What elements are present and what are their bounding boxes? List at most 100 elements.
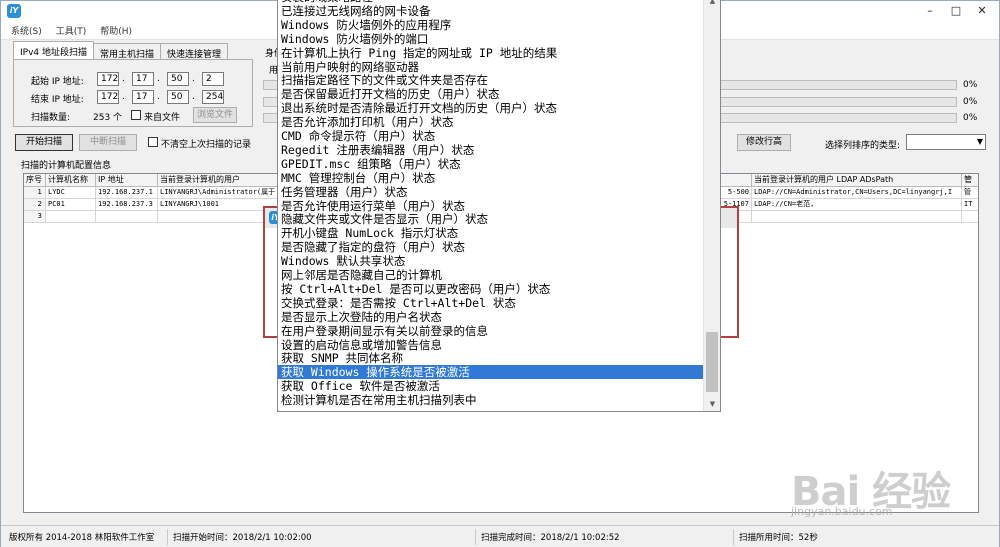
dropdown-option[interactable]: 扫描指定路径下的文件或文件夹是否存在 [281,73,488,87]
ip-dot: . [122,74,125,84]
dropdown-option[interactable]: CMD 命令提示符（用户）状态 [281,129,435,143]
dropdown-option[interactable]: GPEDIT.msc 组策略（用户）状态 [281,157,461,171]
menu-help[interactable]: 帮助(H) [100,24,132,37]
end-ip-octet-1[interactable]: 172 [97,90,119,104]
keep-last-checkbox[interactable] [148,137,158,147]
dropdown-option[interactable]: 在用户登录期间显示有关以前登录的信息 [281,324,488,338]
progress-percent-3: 0% [963,113,978,123]
dropdown-option[interactable]: 网上邻居是否隐藏自己的计算机 [281,268,442,282]
dropdown-option[interactable]: 获取 SNMP 共同体名称 [281,351,403,365]
dropdown-option[interactable]: 交换式登录：是否需按 Ctrl+Alt+Del 状态 [281,296,516,310]
grid-cell[interactable]: IT [962,199,978,211]
app-icon: iY [7,4,21,18]
tab-ipv4-range[interactable]: IPv4 地址段扫描 [13,41,94,59]
dropdown-option[interactable]: 隐藏文件夹或文件是否显示（用户）状态 [281,212,488,226]
start-scan-button[interactable]: 开始扫描 [15,134,73,151]
status-divider [167,529,168,545]
window-controls: – □ ✕ [917,1,995,21]
stop-scan-button[interactable]: 中断扫描 [79,134,137,151]
dropdown-option[interactable]: 任务管理器（用户）状态 [281,185,408,199]
grid-cell[interactable]: LDAP://CN=老范, [752,199,962,211]
grid-cell[interactable]: LDAP://CN=Administrator,CN=Users,DC=liny… [752,187,962,199]
grid-title: 扫描的计算机配置信息 [21,161,112,171]
dropdown-option[interactable]: 获取 Windows 操作系统是否被激活 [278,365,704,380]
scan-count-label: 扫描数量: [31,113,71,123]
start-ip-octet-1[interactable]: 172 [97,72,119,86]
grid-cell[interactable]: PC01 [46,199,96,211]
dropdown-option[interactable]: 是否允许添加打印机（用户）状态 [281,115,454,129]
dropdown-option[interactable]: 开机小键盘 NumLock 指示灯状态 [281,226,458,240]
close-button[interactable]: ✕ [969,1,995,21]
grid-cell[interactable]: 192.168.237.3 [96,199,158,211]
scan-tabs: IPv4 地址段扫描 常用主机扫描 快速连接管理 [13,41,229,60]
scroll-down-icon[interactable]: ▼ [704,397,720,411]
grid-cell[interactable]: 192.168.237.1 [96,187,158,199]
status-divider [475,529,476,545]
watermark-logo: Bai 经验 jingyan.baidu.com [791,459,991,529]
scan-count-value: 253 个 [93,113,123,123]
dropdown-option[interactable]: 是否显示上次登陆的用户名状态 [281,310,442,324]
ip-dot: . [157,74,160,84]
grid-cell[interactable]: LYDC [46,187,96,199]
start-ip-label: 起始 IP 地址: [31,77,84,87]
grid-cell[interactable] [752,211,962,223]
tab-quick-connect[interactable]: 快速连接管理 [160,43,229,60]
dropdown-option[interactable]: Windows 防火墙例外的端口 [281,32,428,46]
end-ip-octet-4[interactable]: 254 [202,90,224,104]
column-header[interactable]: 计算机名称 [46,174,96,187]
dropdown-option[interactable]: Windows 默认共享状态 [281,254,405,268]
dropdown-scrollbar[interactable]: ▲ ▼ [703,0,720,411]
column-header[interactable]: IP 地址 [96,174,158,187]
grid-cell: 3 [24,211,46,223]
maximize-button[interactable]: □ [943,1,969,21]
app-window: iY – □ ✕ 系统(S) 工具(T) 帮助(H) IPv4 地址段扫描 常用… [0,0,1000,547]
scan-end-time: 扫描完成时间：2018/2/1 10:02:52 [481,533,620,543]
end-ip-octet-2[interactable]: 17 [132,90,154,104]
browse-file-button[interactable]: 浏览文件 [193,107,237,123]
from-file-checkbox[interactable] [131,110,141,120]
dropdown-option[interactable]: 获取 Office 软件是否被激活 [281,379,440,393]
dropdown-option[interactable]: 当前用户映射的网络驱动器 [281,60,419,74]
dropdown-option[interactable]: 是否保留最近打开文档的历史（用户）状态 [281,87,500,101]
dropdown-option[interactable]: 按 Ctrl+Alt+Del 是否可以更改密码（用户）状态 [281,282,550,296]
menu-tools[interactable]: 工具(T) [56,24,87,37]
start-ip-octet-4[interactable]: 2 [202,72,224,86]
start-ip-octet-3[interactable]: 50 [167,72,189,86]
scrollbar-thumb[interactable] [706,332,718,392]
dropdown-option[interactable]: 是否隐藏了指定的盘符（用户）状态 [281,240,465,254]
menu-system[interactable]: 系统(S) [11,24,42,37]
column-select-dropdown[interactable]: 安装的域策略路径已连接过无线网络的网卡设备Windows 防火墙例外的应用程序W… [277,0,721,412]
start-ip-octet-2[interactable]: 17 [132,72,154,86]
sort-type-label: 选择列排序的类型: [825,141,901,151]
grid-cell[interactable] [46,211,96,223]
dropdown-option[interactable]: Windows 防火墙例外的应用程序 [281,18,451,32]
dropdown-option[interactable]: 检测计算机是否在常用主机扫描列表中 [281,393,477,407]
dropdown-option[interactable]: MMC 管理控制台（用户）状态 [281,171,435,185]
grid-cell: 2 [24,199,46,211]
grid-cell[interactable]: 管 [962,187,978,199]
column-header[interactable]: 管 [962,174,978,187]
ip-dot: . [192,92,195,102]
grid-cell[interactable] [96,211,158,223]
dropdown-option[interactable]: 退出系统时是否清除最近打开文档的历史（用户）状态 [281,101,557,115]
tab-common-hosts[interactable]: 常用主机扫描 [93,43,162,60]
status-divider [733,529,734,545]
column-header[interactable]: 当前登录计算机的用户 LDAP ADsPath [752,174,962,187]
scan-elapsed-time: 扫描所用时间：52秒 [739,533,818,543]
dropdown-option[interactable]: 设置的启动信息或增加警告信息 [281,338,442,352]
sort-type-select[interactable]: ▼ [906,134,986,150]
dropdown-option[interactable]: 在计算机上执行 Ping 指定的网址或 IP 地址的结果 [281,46,557,60]
minimize-button[interactable]: – [917,1,943,21]
dropdown-option[interactable]: 是否允许使用运行菜单（用户）状态 [281,199,465,213]
dropdown-option[interactable]: 已连接过无线网络的网卡设备 [281,4,431,18]
ip-dot: . [157,92,160,102]
scroll-up-icon[interactable]: ▲ [704,0,720,8]
ip-dot: . [122,92,125,102]
modify-row-height-button[interactable]: 修改行高 [737,134,791,151]
grid-cell: 1 [24,187,46,199]
progress-percent-1: 0% [963,80,978,90]
grid-cell[interactable] [962,211,978,223]
dropdown-option[interactable]: Regedit 注册表编辑器（用户）状态 [281,143,474,157]
column-header[interactable]: 序号 [24,174,46,187]
end-ip-octet-3[interactable]: 50 [167,90,189,104]
